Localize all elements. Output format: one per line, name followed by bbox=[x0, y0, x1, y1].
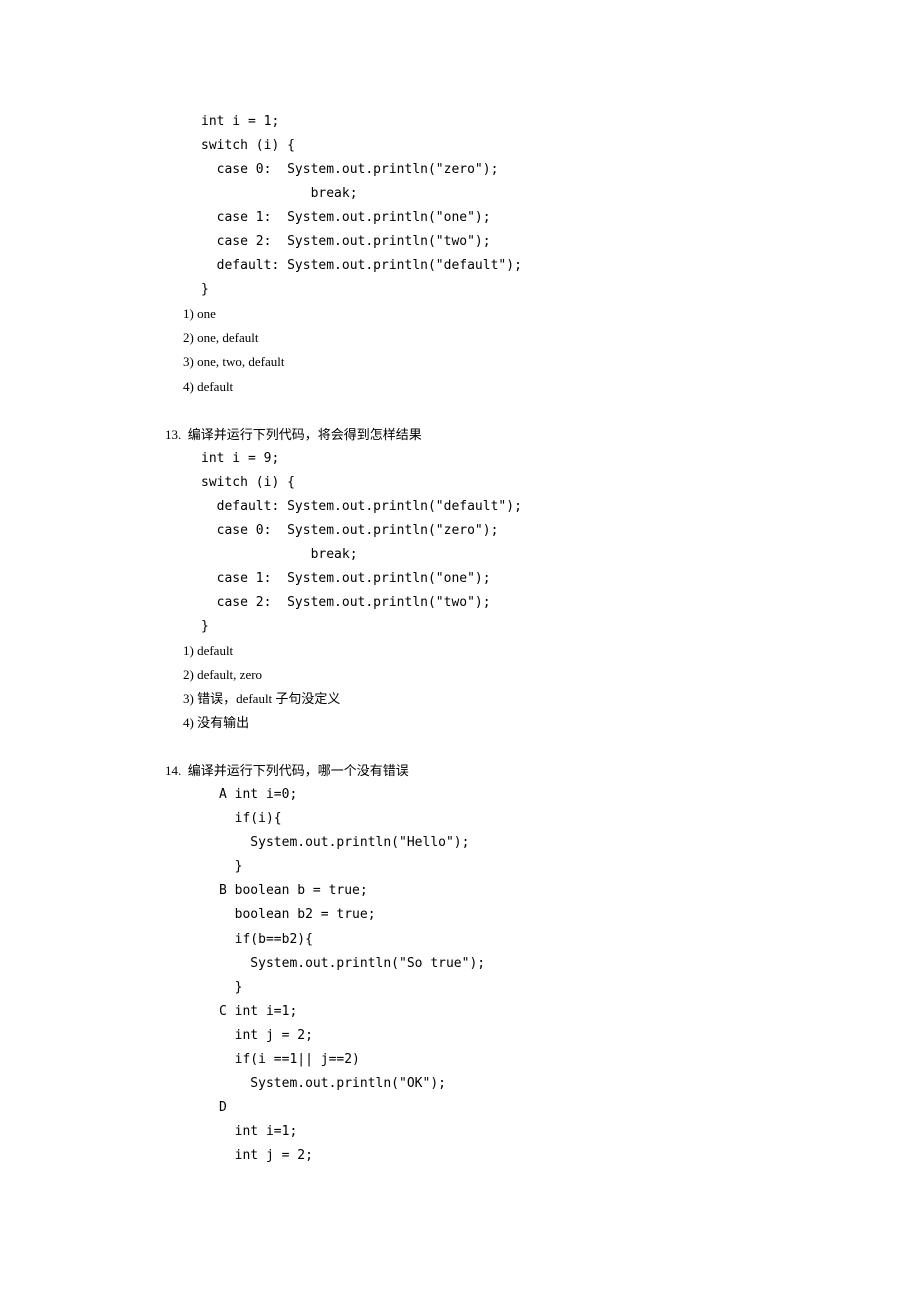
section-spacer bbox=[165, 399, 755, 423]
code-line: int i = 9; bbox=[165, 447, 755, 471]
code-line: D bbox=[165, 1096, 755, 1120]
code-line: break; bbox=[165, 182, 755, 206]
option-text: 2) one, default bbox=[165, 326, 755, 350]
option-text: 4) default bbox=[165, 375, 755, 399]
code-line: boolean b2 = true; bbox=[165, 903, 755, 927]
code-line: switch (i) { bbox=[165, 471, 755, 495]
code-line: break; bbox=[165, 543, 755, 567]
document-page: int i = 1; switch (i) { case 0: System.o… bbox=[0, 0, 920, 1268]
code-line: if(b==b2){ bbox=[165, 928, 755, 952]
code-line: case 0: System.out.println("zero"); bbox=[165, 158, 755, 182]
code-line: System.out.println("So true"); bbox=[165, 952, 755, 976]
option-text: 1) one bbox=[165, 302, 755, 326]
code-line: } bbox=[165, 278, 755, 302]
section-spacer bbox=[165, 735, 755, 759]
code-line: int i = 1; bbox=[165, 110, 755, 134]
code-line: case 1: System.out.println("one"); bbox=[165, 206, 755, 230]
code-line: int j = 2; bbox=[165, 1144, 755, 1168]
code-line: if(i){ bbox=[165, 807, 755, 831]
code-line: System.out.println("OK"); bbox=[165, 1072, 755, 1096]
code-line: case 2: System.out.println("two"); bbox=[165, 591, 755, 615]
code-line: C int i=1; bbox=[165, 1000, 755, 1024]
code-line: B boolean b = true; bbox=[165, 879, 755, 903]
code-line: int i=1; bbox=[165, 1120, 755, 1144]
option-text: 1) default bbox=[165, 639, 755, 663]
code-line: case 1: System.out.println("one"); bbox=[165, 567, 755, 591]
code-line: case 0: System.out.println("zero"); bbox=[165, 519, 755, 543]
option-text: 2) default, zero bbox=[165, 663, 755, 687]
code-line: System.out.println("Hello"); bbox=[165, 831, 755, 855]
question-header: 13. 编译并运行下列代码，将会得到怎样结果 bbox=[165, 423, 755, 447]
option-text: 3) one, two, default bbox=[165, 350, 755, 374]
code-line: case 2: System.out.println("two"); bbox=[165, 230, 755, 254]
code-line: if(i ==1|| j==2) bbox=[165, 1048, 755, 1072]
code-line: } bbox=[165, 976, 755, 1000]
code-line: switch (i) { bbox=[165, 134, 755, 158]
option-text: 4) 没有输出 bbox=[165, 711, 755, 735]
code-line: default: System.out.println("default"); bbox=[165, 254, 755, 278]
question-header: 14. 编译并运行下列代码，哪一个没有错误 bbox=[165, 759, 755, 783]
code-line: } bbox=[165, 855, 755, 879]
code-line: default: System.out.println("default"); bbox=[165, 495, 755, 519]
code-line: int j = 2; bbox=[165, 1024, 755, 1048]
code-line: A int i=0; bbox=[165, 783, 755, 807]
code-line: } bbox=[165, 615, 755, 639]
option-text: 3) 错误，default 子句没定义 bbox=[165, 687, 755, 711]
